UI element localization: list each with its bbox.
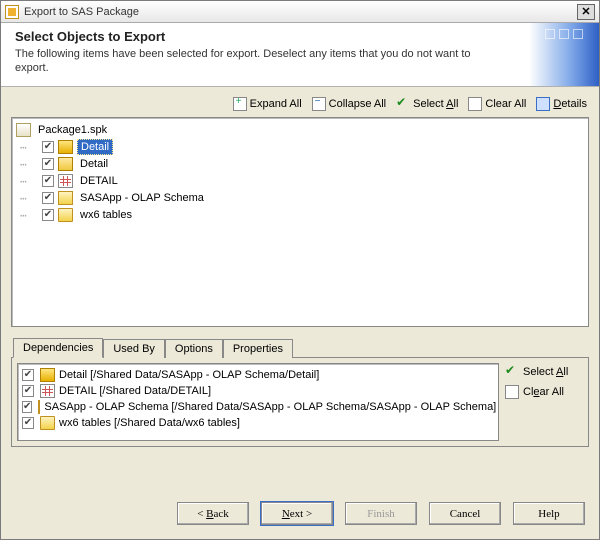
clear-all-button[interactable]: Clear All [468,97,526,111]
clear-all-label: Clear All [485,98,526,110]
tree-root-label: Package1.spk [35,123,110,137]
tree-connector: ⋯ [20,192,42,205]
page-description: The following items have been selected f… [15,47,485,76]
back-button[interactable]: < Back [177,502,249,525]
app-icon [5,5,19,19]
page-title: Select Objects to Export [15,29,585,44]
dependency-checkbox[interactable] [22,385,34,397]
cancel-button[interactable]: Cancel [429,502,501,525]
tree-item[interactable]: ⋯ Detail [16,139,584,156]
wizard-body: Expand All Collapse All Select All Clear… [1,87,599,490]
dependency-label: DETAIL [/Shared Data/DETAIL] [59,385,211,397]
tree-connector: ⋯ [20,158,42,171]
tree-connector: ⋯ [20,209,42,222]
check-icon [505,365,519,379]
collapse-icon [312,97,326,111]
dependency-row[interactable]: wx6 tables [/Shared Data/wx6 tables] [22,415,494,431]
tab-used-by[interactable]: Used By [103,339,165,358]
folder-icon [40,416,55,430]
deps-select-all-button[interactable]: Select All [505,365,583,379]
expand-icon [233,97,247,111]
tree-item-label: SASApp - OLAP Schema [77,191,207,205]
folder-icon [58,208,73,222]
tree-item-checkbox[interactable] [42,158,54,170]
select-all-label: Select All [413,98,458,110]
tree-connector: ⋯ [20,175,42,188]
dependency-checkbox[interactable] [22,369,34,381]
tab-properties[interactable]: Properties [223,339,293,358]
tree-item-label: Detail [77,157,111,171]
schema-icon [38,400,40,414]
details-button[interactable]: Details [536,97,587,111]
dependencies-list[interactable]: Detail [/Shared Data/SASApp - OLAP Schem… [17,363,499,441]
tree-item-checkbox[interactable] [42,209,54,221]
expand-all-button[interactable]: Expand All [233,97,302,111]
next-button[interactable]: Next > [261,502,333,525]
details-label: Details [553,98,587,110]
tree-connector: ⋯ [20,141,42,154]
clear-icon [505,385,519,399]
dependency-label: Detail [/Shared Data/SASApp - OLAP Schem… [59,369,319,381]
tab-options[interactable]: Options [165,339,223,358]
dependency-checkbox[interactable] [22,417,34,429]
wizard-header: Select Objects to Export The following i… [1,23,599,87]
schema-icon [58,191,73,205]
tree-item-label: DETAIL [77,174,121,188]
dependency-row[interactable]: SASApp - OLAP Schema [/Shared Data/SASAp… [22,399,494,415]
select-all-button[interactable]: Select All [396,97,458,111]
tab-dependencies[interactable]: Dependencies [13,338,103,358]
deps-clear-all-label: Clear All [523,386,564,398]
cube-icon [58,140,73,154]
tree-toolbar: Expand All Collapse All Select All Clear… [11,95,589,117]
tree-item-label: wx6 tables [77,208,135,222]
deps-clear-all-button[interactable]: Clear All [505,385,583,399]
tree-item[interactable]: ⋯ SASApp - OLAP Schema [16,190,584,207]
tree-item-label: Detail [77,139,113,155]
header-decoration [573,29,583,39]
object-tree[interactable]: Package1.spk ⋯ Detail ⋯ Detail ⋯ DETAIL ⋯ SASAp… [11,117,589,327]
dependency-checkbox[interactable] [22,401,32,413]
tree-item[interactable]: ⋯ wx6 tables [16,207,584,224]
package-icon [16,123,31,137]
tree-item-checkbox[interactable] [42,141,54,153]
help-button[interactable]: Help [513,502,585,525]
cube-icon [40,368,55,382]
cube2-icon [58,157,73,171]
finish-button: Finish [345,502,417,525]
window-title: Export to SAS Package [24,6,577,18]
dependency-label: wx6 tables [/Shared Data/wx6 tables] [59,417,240,429]
check-icon [396,97,410,111]
header-decoration [545,29,555,39]
titlebar: Export to SAS Package ✕ [1,1,599,23]
export-wizard-window: Export to SAS Package ✕ Select Objects t… [0,0,600,540]
header-decoration [559,29,569,39]
dependencies-side: Select All Clear All [505,363,583,441]
grid-icon [40,384,55,398]
collapse-all-label: Collapse All [329,98,386,110]
tree-item[interactable]: ⋯ Detail [16,156,584,173]
dependency-row[interactable]: DETAIL [/Shared Data/DETAIL] [22,383,494,399]
tree-item-checkbox[interactable] [42,192,54,204]
dependency-row[interactable]: Detail [/Shared Data/SASApp - OLAP Schem… [22,367,494,383]
detail-tabs: DependenciesUsed ByOptionsProperties [11,337,589,358]
close-button[interactable]: ✕ [577,4,595,20]
grid-icon [58,174,73,188]
dependencies-panel: Detail [/Shared Data/SASApp - OLAP Schem… [11,358,589,447]
dependency-label: SASApp - OLAP Schema [/Shared Data/SASAp… [44,401,496,413]
tree-item[interactable]: ⋯ DETAIL [16,173,584,190]
clear-icon [468,97,482,111]
expand-all-label: Expand All [250,98,302,110]
collapse-all-button[interactable]: Collapse All [312,97,386,111]
tree-root[interactable]: Package1.spk [16,122,584,139]
tree-item-checkbox[interactable] [42,175,54,187]
deps-select-all-label: Select All [523,366,568,378]
wizard-footer: < Back Next > Finish Cancel Help [1,490,599,539]
details-icon [536,97,550,111]
